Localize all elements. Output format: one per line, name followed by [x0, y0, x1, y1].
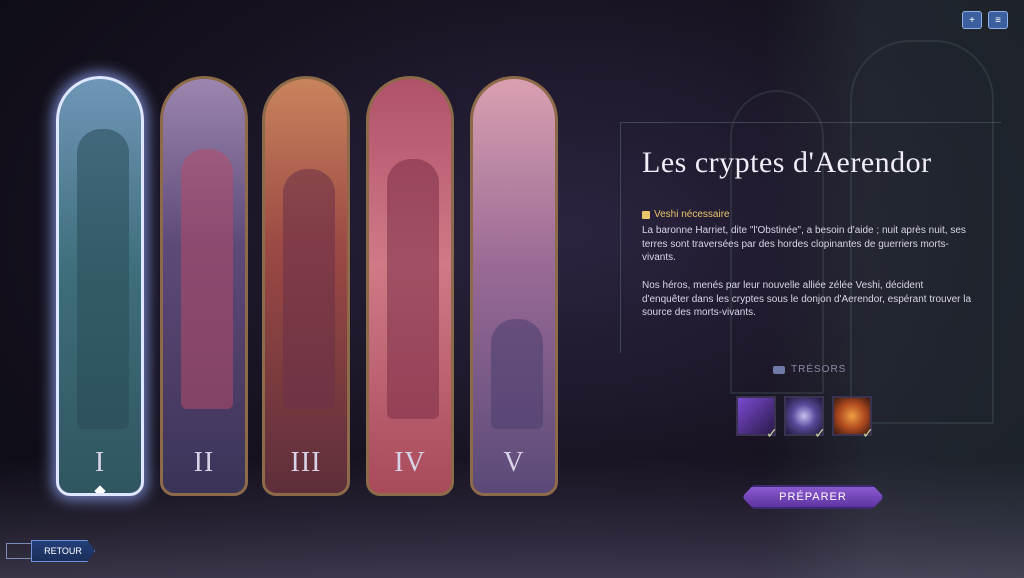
hooded-figure-art — [77, 129, 129, 429]
description-paragraph-2: Nos héros, menés par leur nouvelle allié… — [642, 280, 972, 318]
treasure-slot-fire-figure[interactable]: ✓ — [832, 396, 874, 440]
baroness-art — [387, 159, 439, 419]
treasure-slot-heroes[interactable]: ✓ — [736, 396, 778, 440]
treasure-slot-orb[interactable]: ✓ — [784, 396, 826, 440]
chest-icon — [773, 365, 785, 374]
tower-art — [181, 149, 233, 409]
chapter-panel-3[interactable]: III — [262, 76, 350, 496]
menu-icon[interactable]: ≡ — [988, 11, 1008, 29]
chapter-panel-1[interactable]: I — [56, 76, 144, 496]
chapter-numeral: V — [503, 447, 525, 478]
chapter-title: Les cryptes d'Aerendor — [642, 146, 932, 179]
chapter-panel-4[interactable]: IV — [366, 76, 454, 496]
requirement-icon — [642, 210, 650, 219]
undead-knight-art — [491, 319, 543, 429]
check-icon: ✓ — [814, 425, 826, 441]
add-friend-icon[interactable]: + — [962, 11, 982, 29]
chapter-numeral: IV — [394, 447, 426, 478]
chapter-numeral: I — [94, 447, 106, 478]
treasures-header: TRÉSORS — [773, 364, 846, 375]
treasure-slots: ✓ ✓ ✓ — [736, 396, 874, 440]
back-button[interactable]: RETOUR — [31, 540, 95, 562]
description-paragraph-1: La baronne Harriet, dite "l'Obstinée", a… — [642, 225, 966, 263]
selected-indicator — [94, 485, 106, 493]
back-button-ornament — [6, 543, 33, 559]
top-toolbar: + ≡ — [962, 11, 1008, 29]
chapter-numeral: II — [193, 447, 215, 478]
check-icon: ✓ — [862, 425, 874, 441]
chapter-panel-5[interactable]: V — [470, 76, 558, 496]
treasures-label: TRÉSORS — [791, 364, 847, 375]
warrior-art — [283, 169, 335, 409]
requirement: Veshi nécessaire — [642, 209, 730, 220]
back-control: RETOUR — [6, 540, 95, 562]
chapter-panel-2[interactable]: II — [160, 76, 248, 496]
requirement-text: Veshi nécessaire — [654, 209, 730, 220]
check-icon: ✓ — [766, 425, 778, 441]
chapter-numeral: III — [290, 447, 322, 478]
prepare-button[interactable]: PRÉPARER — [742, 485, 884, 509]
